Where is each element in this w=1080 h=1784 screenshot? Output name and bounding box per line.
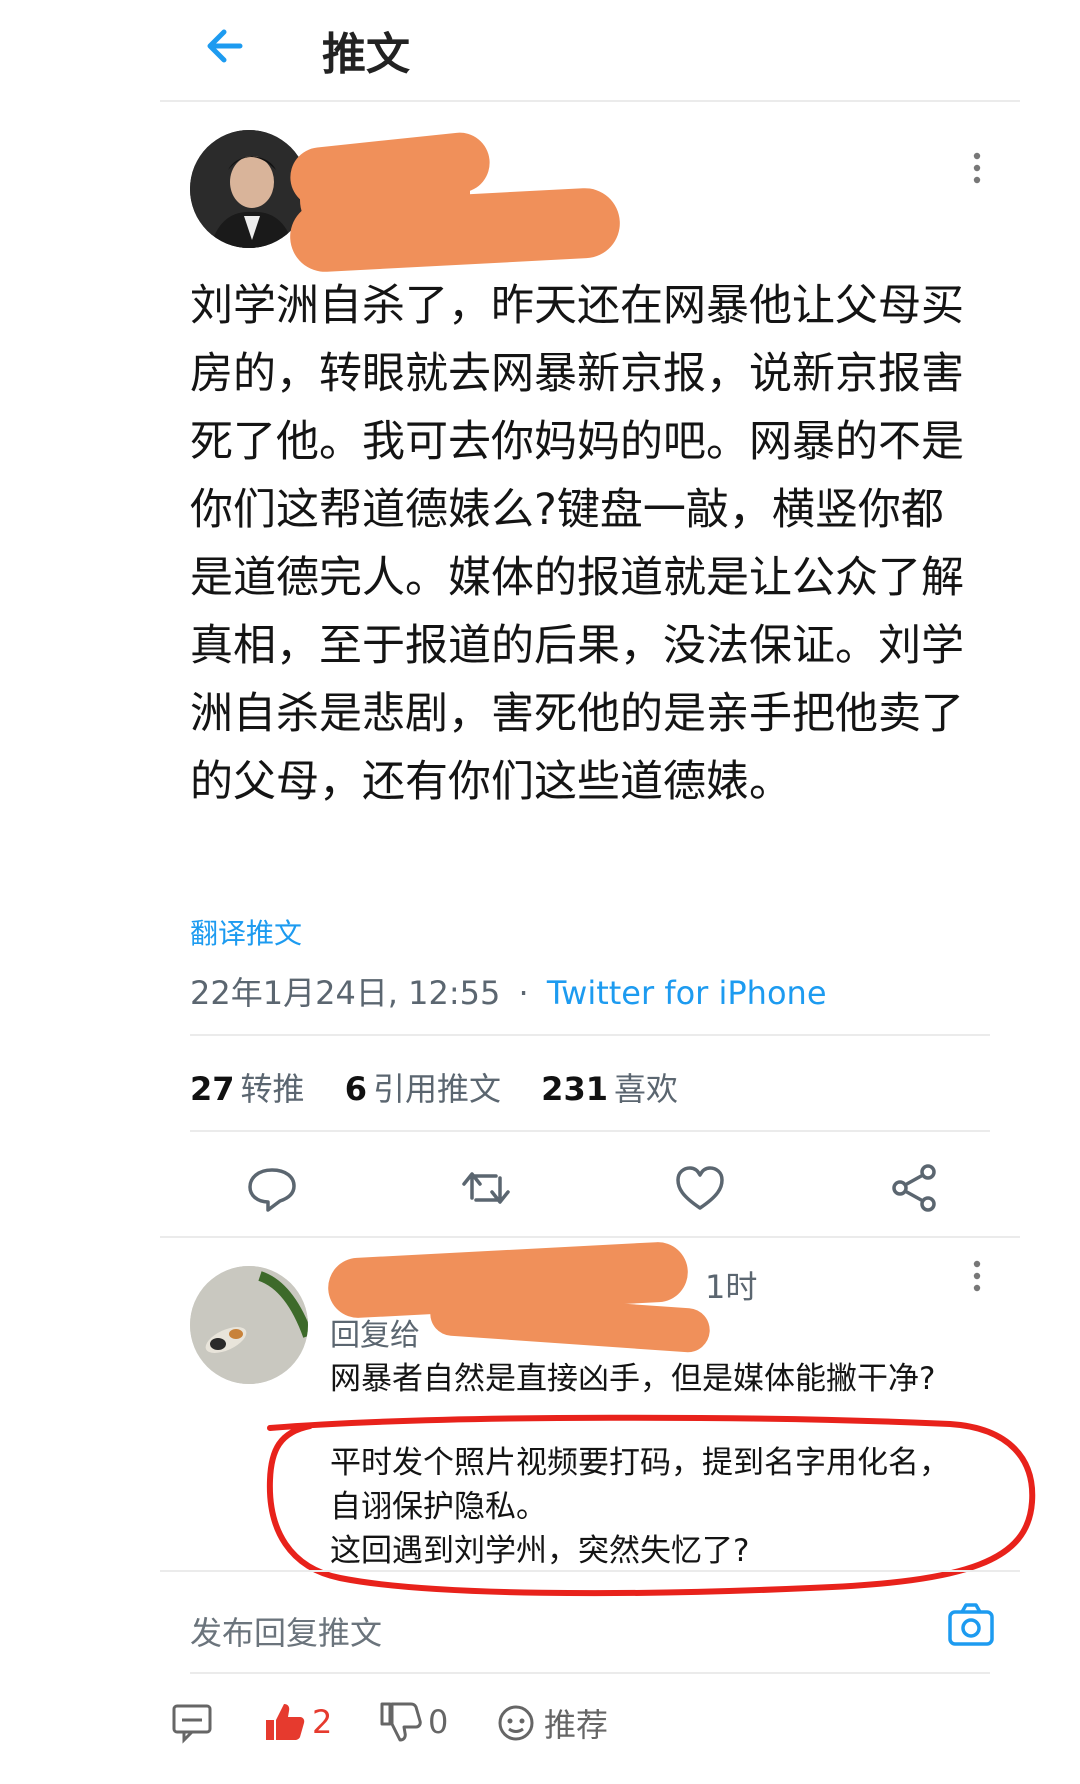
translate-tweet-link[interactable]: 翻译推文: [190, 912, 302, 952]
header-divider: [160, 100, 1020, 102]
retweet-icon[interactable]: [458, 1160, 514, 1216]
back-arrow-icon[interactable]: [200, 20, 252, 72]
divider: [190, 1130, 990, 1132]
reply-to-label: 回复给: [330, 1318, 420, 1353]
retweets-stat[interactable]: 27 转推: [190, 1070, 305, 1108]
like-heart-icon[interactable]: [672, 1160, 728, 1216]
like-count: 2: [312, 1703, 333, 1741]
divider: [190, 1672, 990, 1674]
divider: [190, 1034, 990, 1036]
dislike-count: 0: [428, 1703, 449, 1741]
reply-text-line: 网暴者自然是直接凶手，但是媒体能撇干净?: [330, 1361, 936, 1397]
tweet-meta: 22年1月24日, 12:55 · Twitter for iPhone: [190, 968, 827, 1014]
thumbs-up-icon: [266, 1704, 305, 1740]
reply-time: 1时: [705, 1268, 758, 1306]
divider: [160, 1570, 1020, 1572]
dislike-button[interactable]: 0: [378, 1700, 448, 1744]
share-icon[interactable]: [886, 1160, 942, 1216]
more-options-icon[interactable]: [972, 150, 982, 190]
reply-icon[interactable]: [244, 1160, 300, 1216]
quotes-stat[interactable]: 6 引用推文: [345, 1070, 501, 1108]
tweet-datetime: 22年1月24日, 12:55: [190, 974, 501, 1012]
redaction-scribble: [300, 150, 470, 240]
comment-button[interactable]: [170, 1700, 214, 1744]
tweet-source-link[interactable]: Twitter for iPhone: [547, 974, 827, 1012]
tweet-text: 刘学洲自杀了，昨天还在网暴他让父母买房的，转眼就去网暴新京报，说新京报害死了他。…: [190, 281, 964, 807]
camera-icon[interactable]: [946, 1600, 996, 1650]
reply-author-avatar[interactable]: [190, 1266, 308, 1384]
meta-separator: ·: [518, 974, 529, 1012]
tweet-stats: 27 转推 6 引用推文 231 喜欢: [190, 1064, 708, 1110]
page-title: 推文: [322, 29, 410, 80]
comment-icon: [172, 1704, 212, 1744]
compose-reply-input[interactable]: 发布回复推文: [190, 1608, 382, 1654]
reply-more-options-icon[interactable]: [972, 1258, 982, 1298]
divider: [160, 1236, 1020, 1238]
recommend-label: 推荐: [544, 1706, 609, 1744]
recommend-button[interactable]: 推荐: [494, 1700, 608, 1746]
like-button[interactable]: 2: [262, 1700, 332, 1744]
recommend-icon: [498, 1705, 534, 1741]
likes-stat[interactable]: 231 喜欢: [541, 1070, 678, 1108]
thumbs-down-icon: [380, 1702, 422, 1742]
